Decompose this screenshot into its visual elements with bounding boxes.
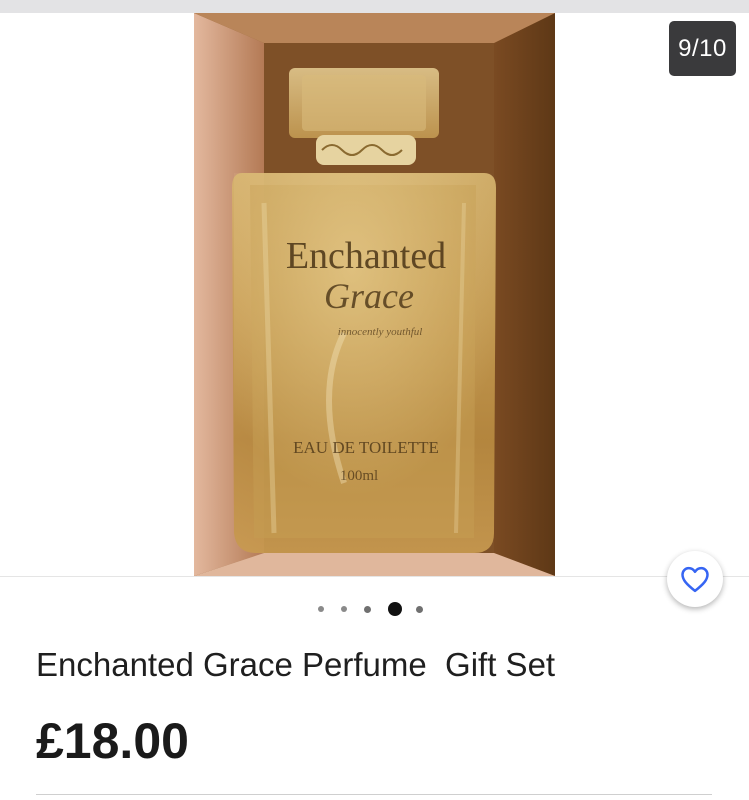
listing-price: £18.00 <box>36 713 189 769</box>
bottle-brand-script: Grace <box>324 276 414 316</box>
gallery-divider <box>0 576 749 577</box>
pagination-dot[interactable] <box>341 606 347 612</box>
add-to-watchlist-button[interactable] <box>667 551 723 607</box>
pagination-dot-active[interactable] <box>388 602 402 616</box>
bottle-tagline: innocently youthful <box>338 326 423 338</box>
section-divider <box>36 794 712 795</box>
gallery-pagination-dots[interactable] <box>318 601 423 617</box>
top-status-strip <box>0 0 749 13</box>
image-counter-text: 9/10 <box>678 34 727 62</box>
heart-icon <box>681 566 709 593</box>
listing-title: Enchanted Grace Perfume Gift Set <box>36 646 556 683</box>
product-photo[interactable]: Enchanted Grace innocently youthful EAU … <box>194 13 555 576</box>
bottle-brand-text: Enchanted <box>286 235 446 277</box>
bottle-product-type: EAU DE TOILETTE <box>293 438 439 457</box>
pagination-dot[interactable] <box>364 605 371 613</box>
pagination-dot[interactable] <box>318 606 324 612</box>
pagination-dot[interactable] <box>416 605 423 613</box>
bottle-volume: 100ml <box>340 468 378 484</box>
image-counter-badge: 9/10 <box>669 21 736 76</box>
